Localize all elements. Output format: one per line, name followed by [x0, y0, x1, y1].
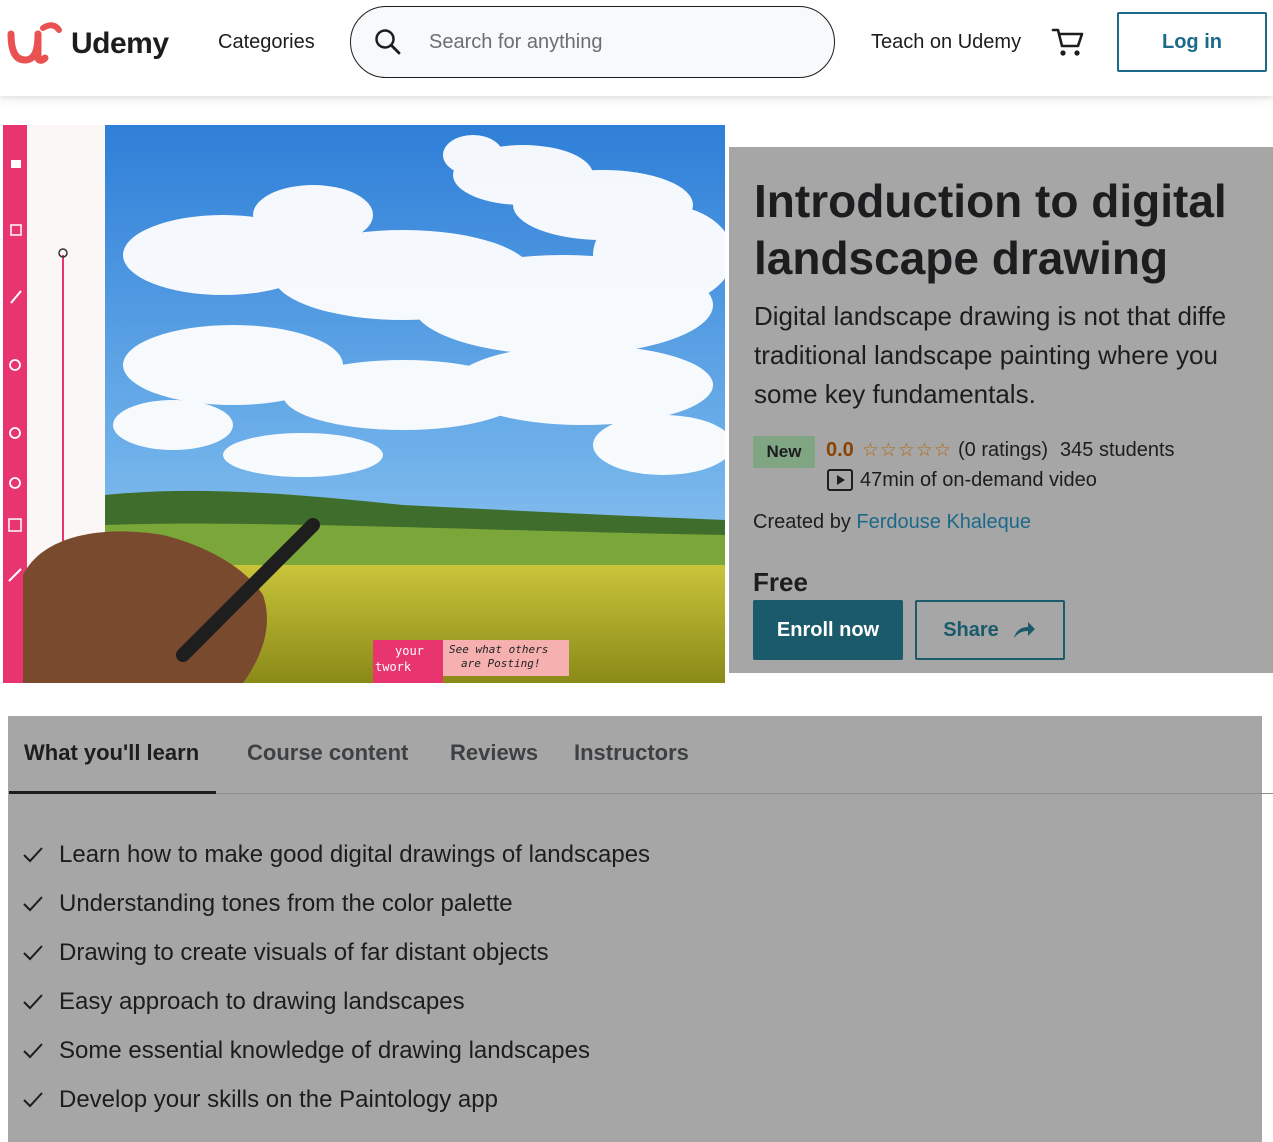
- learn-item-text: Drawing to create visuals of far distant…: [59, 938, 549, 966]
- learn-item-text: Some essential knowledge of drawing land…: [59, 1036, 590, 1064]
- course-preview-image[interactable]: your twork See what others are Posting!: [3, 125, 725, 683]
- tab-course-content[interactable]: Course content: [247, 740, 408, 766]
- overlay-text-4: are Posting!: [461, 657, 540, 670]
- rating-row: 0.0 ☆☆☆☆☆ (0 ratings) 345 students: [826, 439, 1175, 462]
- checkmark-icon: [23, 944, 43, 960]
- tab-what-youll-learn[interactable]: What you'll learn: [24, 740, 199, 766]
- video-play-icon: [827, 469, 853, 491]
- checkmark-icon: [23, 1042, 43, 1058]
- overlay-text-1: your: [395, 644, 424, 658]
- rating-value: 0.0: [826, 439, 854, 461]
- author-link[interactable]: Ferdouse Khaleque: [856, 511, 1031, 533]
- logo-text: Udemy: [71, 27, 169, 60]
- created-by-row: Created by Ferdouse Khaleque: [753, 511, 1031, 534]
- course-info-panel: Introduction to digital landscape drawin…: [729, 147, 1273, 673]
- share-button-label: Share: [943, 618, 999, 641]
- students-count: 345 students: [1060, 439, 1175, 461]
- search-bar[interactable]: [350, 6, 835, 78]
- list-item: Learn how to make good digital drawings …: [22, 830, 650, 879]
- learn-item-text: Learn how to make good digital drawings …: [59, 840, 651, 868]
- learn-item-text: Easy approach to drawing landscapes: [59, 987, 465, 1015]
- share-arrow-icon: [1013, 622, 1035, 638]
- login-button[interactable]: Log in: [1117, 12, 1267, 72]
- new-badge: New: [753, 436, 815, 468]
- checkmark-icon: [23, 846, 43, 862]
- search-input[interactable]: [429, 30, 809, 54]
- video-length-row: 47min of on-demand video: [826, 467, 1097, 493]
- what-youll-learn-list: Learn how to make good digital drawings …: [22, 830, 650, 1124]
- rating-stars-icon: ☆☆☆☆☆: [861, 440, 952, 461]
- top-navigation-bar: Udemy Categories Teach on Udemy Log in: [0, 0, 1273, 96]
- tab-reviews[interactable]: Reviews: [450, 740, 538, 766]
- udemy-logo-icon: [7, 22, 62, 64]
- subtitle-line-2: traditional landscape painting where you: [754, 340, 1218, 370]
- cart-icon[interactable]: [1050, 24, 1086, 60]
- list-item: Easy approach to drawing landscapes: [22, 977, 650, 1026]
- search-icon[interactable]: [373, 27, 403, 57]
- course-title: Introduction to digital landscape drawin…: [754, 175, 1227, 284]
- categories-link[interactable]: Categories: [218, 31, 315, 54]
- share-button[interactable]: Share: [915, 600, 1065, 660]
- checkmark-icon: [23, 1091, 43, 1107]
- overlay-text-3: See what others: [449, 643, 548, 656]
- list-item: Some essential knowledge of drawing land…: [22, 1026, 650, 1075]
- enroll-now-button[interactable]: Enroll now: [753, 600, 903, 660]
- landscape-painting-image: your twork See what others are Posting!: [3, 125, 725, 683]
- teach-on-udemy-link[interactable]: Teach on Udemy: [871, 31, 1021, 54]
- course-price: Free: [753, 567, 808, 597]
- created-by-label: Created by: [753, 511, 851, 533]
- subtitle-line-3: some key fundamentals.: [754, 379, 1036, 409]
- learn-item-text: Develop your skills on the Paintology ap…: [59, 1085, 498, 1113]
- list-item: Develop your skills on the Paintology ap…: [22, 1075, 650, 1124]
- list-item: Understanding tones from the color palet…: [22, 879, 650, 928]
- overlay-text-2: twork: [375, 660, 412, 674]
- list-item: Drawing to create visuals of far distant…: [22, 928, 650, 977]
- subtitle-line-1: Digital landscape drawing is not that di…: [754, 301, 1227, 331]
- checkmark-icon: [23, 895, 43, 911]
- active-tab-indicator: [9, 791, 216, 794]
- ratings-count-link[interactable]: (0 ratings): [958, 439, 1048, 462]
- checkmark-icon: [23, 993, 43, 1009]
- video-length-text: 47min of on-demand video: [860, 468, 1097, 491]
- learn-item-text: Understanding tones from the color palet…: [59, 889, 513, 917]
- course-subtitle: Digital landscape drawing is not that di…: [754, 297, 1273, 414]
- udemy-logo[interactable]: Udemy: [5, 20, 169, 68]
- tab-instructors[interactable]: Instructors: [574, 740, 689, 766]
